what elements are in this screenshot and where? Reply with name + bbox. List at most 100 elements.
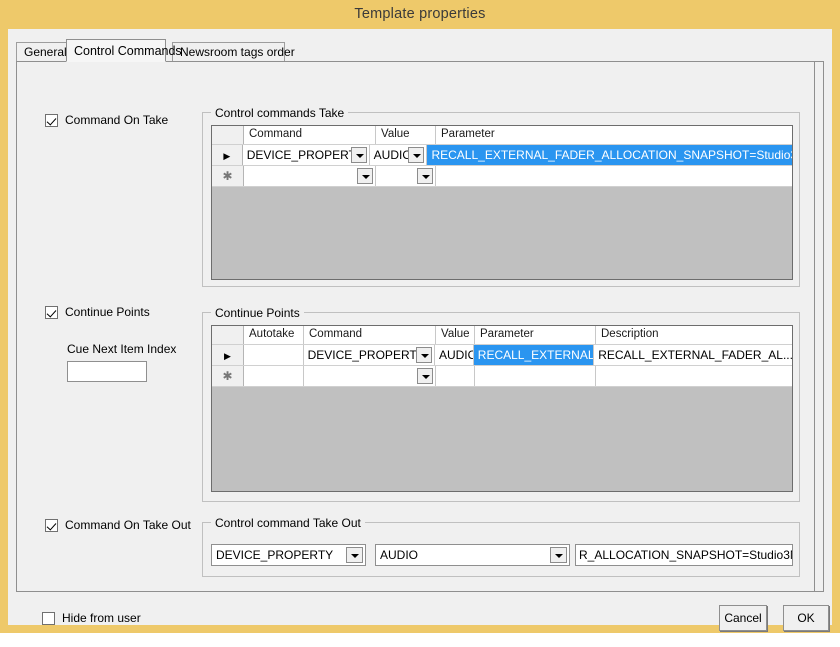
- continue-row2-command-dropdown-icon[interactable]: [417, 368, 433, 384]
- take-grid-header-rowmarker: [212, 126, 244, 144]
- take-grid-header-value[interactable]: Value: [376, 126, 436, 144]
- continue-row2-value-cell[interactable]: [436, 366, 475, 386]
- command-on-take-out-label: Command On Take Out: [65, 518, 191, 532]
- take-row1-value-cell[interactable]: AUDIO: [370, 145, 428, 165]
- take-row1-command-text: DEVICE_PROPERTY: [247, 148, 364, 162]
- new-row-asterisk-icon: ✱: [222, 369, 232, 383]
- take-grid-header-row: Command Value Parameter: [212, 126, 792, 145]
- continue-grid-header-row: Autotake Command Value Parameter Descrip…: [212, 326, 792, 345]
- tab-general[interactable]: General: [16, 42, 70, 61]
- continue-grid-header-parameter[interactable]: Parameter: [475, 326, 596, 344]
- hide-from-user-checkbox-box: [42, 612, 55, 625]
- continue-grid-header-description[interactable]: Description: [596, 326, 792, 344]
- take-row1-parameter-text: RECALL_EXTERNAL_FADER_ALLOCATION_SNAPSHO…: [431, 148, 792, 162]
- take-row1-parameter-cell[interactable]: RECALL_EXTERNAL_FADER_ALLOCATION_SNAPSHO…: [427, 145, 792, 165]
- take-out-parameter-input[interactable]: R_ALLOCATION_SNAPSHOT=Studio3Mics: [575, 544, 793, 566]
- continue-points-checkbox-box: [45, 306, 58, 319]
- tab-general-label: General: [24, 45, 67, 59]
- continue-row1-parameter-text: RECALL_EXTERNAL...: [478, 348, 594, 362]
- continue-grid-header-autotake[interactable]: Autotake: [244, 326, 304, 344]
- take-row2-marker[interactable]: ✱: [212, 166, 244, 186]
- tab-page-content: Command On Take Control commands Take Co…: [17, 62, 814, 591]
- command-on-take-out-checkbox[interactable]: Command On Take Out: [45, 518, 191, 532]
- window-titlebar: Template properties: [0, 0, 840, 29]
- continue-points-checkbox[interactable]: Continue Points: [45, 305, 150, 319]
- control-commands-take-group: Control commands Take Command Value Para…: [202, 112, 800, 287]
- take-grid-header-command[interactable]: Command: [244, 126, 376, 144]
- continue-row2-marker[interactable]: ✱: [212, 366, 244, 386]
- current-row-arrow-icon: ▶: [223, 151, 230, 161]
- current-row-arrow-icon: ▶: [224, 351, 231, 361]
- continue-row1-command-dropdown-icon[interactable]: [416, 347, 432, 363]
- control-commands-take-grid[interactable]: Command Value Parameter ▶ DEVICE_PROPERT…: [211, 125, 793, 280]
- take-out-command-combo[interactable]: DEVICE_PROPERTY: [211, 544, 366, 566]
- hide-from-user-checkbox[interactable]: Hide from user: [42, 611, 141, 625]
- cue-next-item-index-input[interactable]: [67, 361, 147, 382]
- take-row2-value-dropdown-icon[interactable]: [417, 168, 433, 184]
- continue-row2-command-cell[interactable]: [304, 366, 436, 386]
- new-row-asterisk-icon: ✱: [222, 169, 232, 183]
- continue-row1-description-cell[interactable]: RECALL_EXTERNAL_FADER_AL...: [594, 345, 792, 365]
- continue-grid-header-rowmarker: [212, 326, 244, 344]
- tab-control-commands-label: Control Commands: [74, 44, 182, 58]
- cue-next-item-index-label: Cue Next Item Index: [67, 342, 176, 356]
- take-row2-command-cell[interactable]: [244, 166, 376, 186]
- continue-points-grid[interactable]: Autotake Command Value Parameter Descrip…: [211, 325, 793, 492]
- control-command-take-out-group: Control command Take Out DEVICE_PROPERTY…: [202, 522, 800, 577]
- take-grid-header-parameter[interactable]: Parameter: [436, 126, 792, 144]
- control-command-take-out-group-title: Control command Take Out: [211, 516, 365, 530]
- take-row1-marker[interactable]: ▶: [212, 145, 243, 165]
- take-out-parameter-value: R_ALLOCATION_SNAPSHOT=Studio3Mics: [579, 548, 793, 562]
- table-row[interactable]: ▶ DEVICE_PROPERTY AUDIO: [212, 345, 792, 366]
- continue-row1-command-text: DEVICE_PROPERTY: [308, 348, 425, 362]
- take-row1-command-dropdown-icon[interactable]: [351, 147, 367, 163]
- dialog-client-area: General Control Commands Newsroom tags o…: [8, 29, 832, 625]
- take-row2-command-dropdown-icon[interactable]: [357, 168, 373, 184]
- take-row2-parameter-cell[interactable]: [436, 166, 792, 186]
- take-out-command-value: DEVICE_PROPERTY: [216, 545, 343, 565]
- continue-row1-autotake-cell[interactable]: [244, 345, 304, 365]
- take-row1-value-dropdown-icon[interactable]: [408, 147, 424, 163]
- continue-row2-parameter-cell[interactable]: [475, 366, 596, 386]
- tab-control-commands[interactable]: Control Commands: [66, 39, 166, 62]
- take-out-value-dropdown-icon[interactable]: [550, 547, 567, 563]
- continue-row1-command-cell[interactable]: DEVICE_PROPERTY: [304, 345, 435, 365]
- continue-grid-empty-area: [212, 387, 792, 492]
- command-on-take-label: Command On Take: [65, 113, 168, 127]
- ok-button-label: OK: [797, 611, 814, 625]
- continue-points-label: Continue Points: [65, 305, 150, 319]
- take-out-command-dropdown-icon[interactable]: [346, 547, 363, 563]
- table-row[interactable]: ✱: [212, 166, 792, 187]
- cancel-button-label: Cancel: [724, 611, 761, 625]
- continue-grid-header-command[interactable]: Command: [304, 326, 436, 344]
- continue-points-group-title: Continue Points: [211, 306, 304, 320]
- table-row[interactable]: ▶ DEVICE_PROPERTY AUDIO RECA: [212, 145, 792, 166]
- cancel-button[interactable]: Cancel: [719, 605, 767, 631]
- continue-row1-marker[interactable]: ▶: [212, 345, 244, 365]
- take-grid-empty-area: [212, 187, 792, 280]
- command-on-take-checkbox[interactable]: Command On Take: [45, 113, 168, 127]
- tab-newsroom-tags-order-label: Newsroom tags order: [180, 45, 295, 59]
- command-on-take-checkbox-box: [45, 114, 58, 127]
- continue-grid-header-value[interactable]: Value: [436, 326, 475, 344]
- control-commands-tab-page: Command On Take Control commands Take Co…: [16, 61, 824, 592]
- dialog-footer: Hide from user Cancel OK: [16, 597, 824, 647]
- take-row2-value-cell[interactable]: [376, 166, 436, 186]
- table-row[interactable]: ✱: [212, 366, 792, 387]
- continue-row1-parameter-cell[interactable]: RECALL_EXTERNAL...: [474, 345, 594, 365]
- window-title: Template properties: [354, 6, 485, 22]
- take-row1-command-cell[interactable]: DEVICE_PROPERTY: [243, 145, 370, 165]
- continue-row1-description-text: RECALL_EXTERNAL_FADER_AL...: [598, 348, 792, 362]
- continue-points-group: Continue Points Autotake Command Value P…: [202, 312, 800, 502]
- take-out-value-combo[interactable]: AUDIO: [375, 544, 570, 566]
- continue-row2-description-cell[interactable]: [596, 366, 792, 386]
- continue-row1-value-text: AUDIO: [439, 348, 474, 362]
- tab-page-right-gutter: [814, 62, 823, 591]
- tab-newsroom-tags-order[interactable]: Newsroom tags order: [172, 42, 285, 61]
- tab-strip: General Control Commands Newsroom tags o…: [8, 39, 832, 63]
- continue-row2-autotake-cell[interactable]: [244, 366, 304, 386]
- continue-row1-value-cell[interactable]: AUDIO: [435, 345, 474, 365]
- hide-from-user-label: Hide from user: [62, 611, 141, 625]
- ok-button[interactable]: OK: [783, 605, 829, 631]
- control-commands-take-group-title: Control commands Take: [211, 106, 348, 120]
